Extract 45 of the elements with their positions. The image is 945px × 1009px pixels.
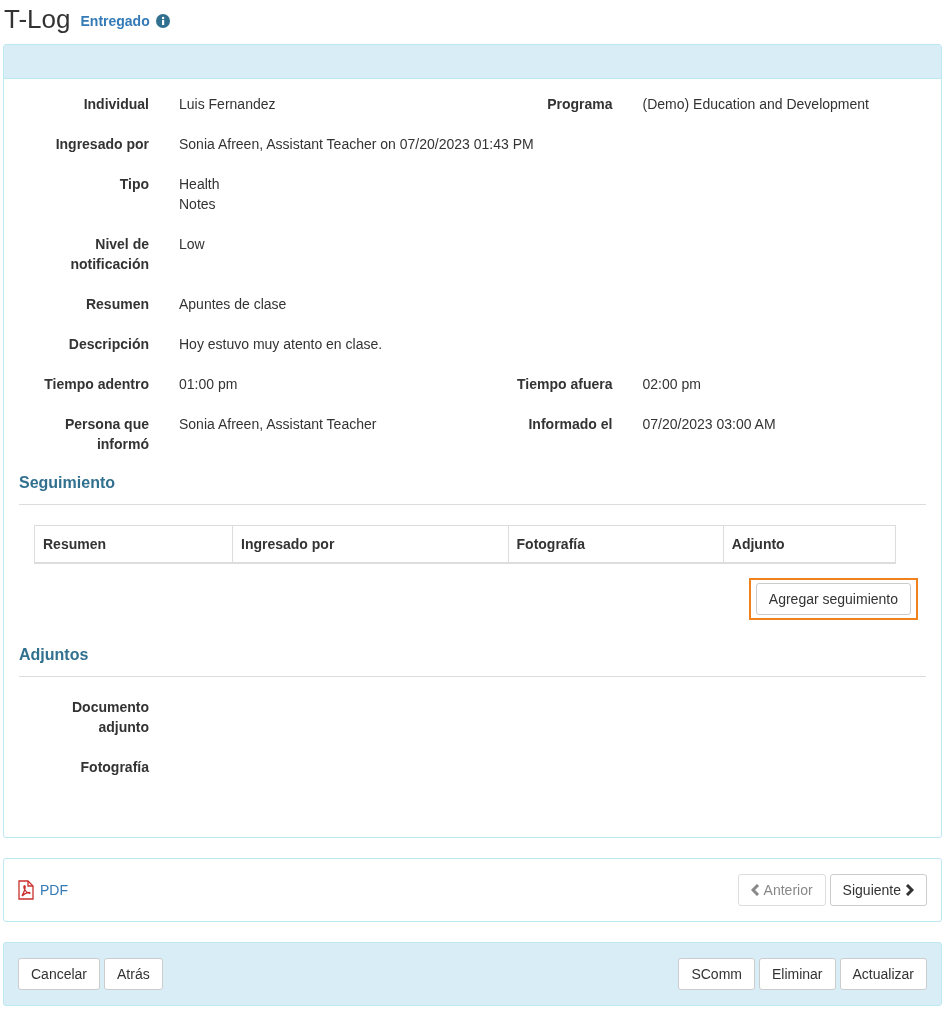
chevron-left-icon xyxy=(750,884,760,896)
column-header: Adjunto xyxy=(723,525,896,563)
field-label: Informado el xyxy=(527,415,613,434)
field-label: Individual xyxy=(82,95,149,114)
field-value: Hoy estuvo muy atento en clase. xyxy=(179,335,384,354)
field-value: Apuntes de clase xyxy=(179,295,288,314)
column-header: Ingresado por xyxy=(232,525,509,563)
pdf-link[interactable]: PDF xyxy=(18,880,68,900)
field-label: Resumen xyxy=(84,295,149,314)
field-value: 01:00 pm xyxy=(179,375,239,394)
field-value: Health xyxy=(179,175,221,194)
page-title: T-Log xyxy=(4,3,71,35)
field-label: Fotografía xyxy=(79,758,149,777)
column-header: Fotografía xyxy=(508,525,724,563)
field-value: (Demo) Education and Development xyxy=(642,95,870,114)
status-label: Entregado xyxy=(80,13,150,29)
field-value: Sonia Afreen, Assistant Teacher xyxy=(179,415,378,434)
field-label: Nivel de notificación xyxy=(69,235,149,274)
action-button[interactable]: Actualizar xyxy=(839,958,927,990)
section-heading: Adjuntos xyxy=(19,646,926,677)
field-value: Low xyxy=(179,235,206,254)
field-value: 02:00 pm xyxy=(642,375,702,394)
info-icon[interactable] xyxy=(155,14,170,28)
field-value: Luis Fernandez xyxy=(179,95,277,114)
chevron-right-icon xyxy=(905,884,914,896)
field-value: Sonia Afreen, Assistant Teacher on 07/20/2023 01:43 PM xyxy=(179,135,534,154)
field-label: Tipo xyxy=(118,175,149,194)
action-button[interactable]: Atrás xyxy=(104,958,163,990)
column-header: Resumen xyxy=(34,525,233,563)
field-label: Persona que informó xyxy=(63,415,149,454)
field-label: Documento adjunto xyxy=(71,698,149,737)
action-button[interactable]: Eliminar xyxy=(758,958,836,990)
add-followup-button[interactable]: Agregar seguimiento xyxy=(755,583,911,615)
action-button[interactable]: SComm xyxy=(678,958,755,990)
field-label: Ingresado por xyxy=(54,135,149,154)
next-button[interactable]: Siguiente xyxy=(829,874,927,906)
field-label: Tiempo adentro xyxy=(43,375,149,394)
field-value: Notes xyxy=(179,195,217,214)
field-value: 07/20/2023 03:00 AM xyxy=(642,415,777,434)
field-label: Programa xyxy=(546,95,613,114)
section-heading: Seguimiento xyxy=(19,474,926,505)
field-label: Tiempo afuera xyxy=(516,375,613,394)
pdf-file-icon xyxy=(18,880,34,900)
action-button[interactable]: Cancelar xyxy=(18,958,101,990)
field-label: Descripción xyxy=(67,335,149,354)
